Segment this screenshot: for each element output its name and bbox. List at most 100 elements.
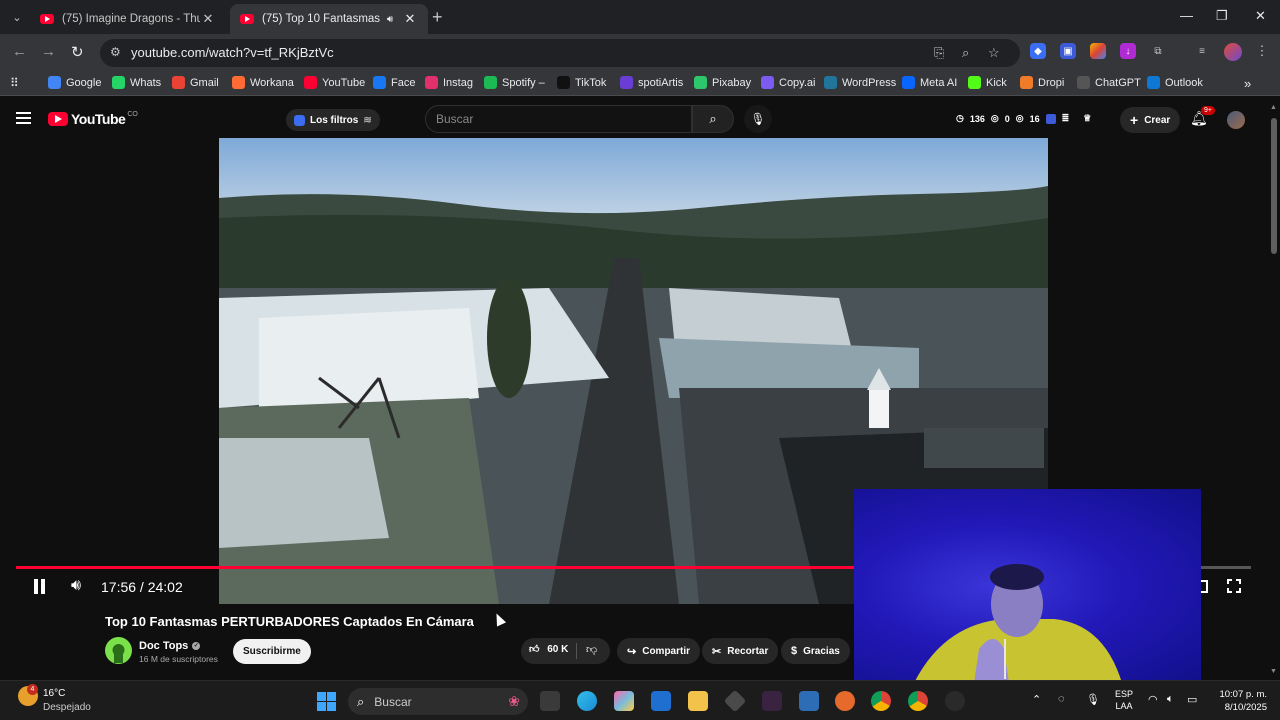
speaker-icon[interactable]: 🔈︎ [1167, 693, 1174, 706]
zoom-icon[interactable]: ⌕ [962, 45, 969, 61]
back-arrow-icon[interactable]: ← [12, 43, 27, 60]
youtube-logo[interactable]: YouTube CO [48, 111, 138, 127]
close-window-button[interactable]: ✕ [1255, 8, 1266, 24]
bookmark-spotify-artists[interactable]: spotiArtis [620, 76, 683, 89]
apps-grid-icon[interactable]: ⠿ [10, 76, 19, 90]
page-scrollbar[interactable] [1271, 118, 1277, 254]
install-app-icon[interactable]: ⎘ [934, 45, 944, 61]
chrome-icon[interactable] [871, 691, 891, 711]
bookmark-gmail[interactable]: Gmail [172, 76, 219, 89]
store-icon[interactable] [651, 691, 671, 711]
more-bookmarks-icon[interactable]: » [1244, 76, 1251, 91]
tab-search-chevron-icon[interactable]: ⌄ [6, 6, 28, 28]
bookmark-star-icon[interactable]: ☆ [988, 45, 1000, 61]
create-button[interactable]: + Crear [1120, 107, 1181, 133]
new-tab-button[interactable]: + [432, 7, 443, 28]
volume-icon[interactable]: 🔊︎ [71, 577, 81, 595]
media-control-icon[interactable]: ≡ [1194, 43, 1210, 59]
firefox-icon[interactable] [835, 691, 855, 711]
tab-imagine-dragons[interactable]: (75) Imagine Dragons - Thunder ✕ [30, 4, 226, 34]
windows-start-icon[interactable] [317, 692, 336, 711]
wifi-icon[interactable]: ◠ [1148, 693, 1158, 706]
maximize-button[interactable]: ❐ [1216, 8, 1228, 24]
bookmark-whatsapp[interactable]: Whats [112, 76, 161, 89]
share-button[interactable]: ↪ Compartir [617, 638, 701, 664]
tab-close-icon[interactable]: ✕ [402, 11, 418, 27]
scroll-down-arrow-icon[interactable]: ▼ [1270, 668, 1277, 675]
tray-app-icon[interactable]: ◌ [1058, 693, 1065, 705]
like-button[interactable]: 👍︎ 60 K [529, 643, 568, 655]
extension-stats[interactable]: ◷ 136 ◎ 0 ◎ 16 ≣ ♕ [956, 113, 1097, 124]
channel-name-row[interactable]: Doc Tops ✓ [139, 640, 201, 652]
filters-ext-icon[interactable] [1045, 113, 1056, 124]
forward-arrow-icon[interactable]: → [41, 43, 56, 60]
tray-chevron-icon[interactable]: ⌃ [1032, 693, 1041, 706]
bookmark-copyai[interactable]: Copy.ai [761, 76, 815, 89]
bookmark-google[interactable]: Google [48, 76, 101, 89]
edge-icon[interactable] [577, 691, 597, 711]
extension-color-icon[interactable] [1090, 43, 1106, 59]
minimize-button[interactable]: — [1180, 8, 1193, 23]
language-indicator[interactable]: ESP LAA [1115, 688, 1133, 712]
chrome-profile-icon[interactable] [945, 691, 965, 711]
list-icon[interactable]: ≣ [1062, 113, 1070, 124]
dislike-button[interactable]: 👎︎ [586, 643, 597, 656]
bookmark-tiktok[interactable]: TikTok [557, 76, 606, 89]
extension-filters-icon[interactable]: ▣ [1060, 43, 1076, 59]
channel-avatar[interactable] [105, 637, 132, 664]
language-line2: LAA [1115, 701, 1133, 711]
weather-temperature[interactable]: 16°C [43, 688, 65, 699]
channel-name[interactable]: Doc Tops [139, 640, 188, 652]
scroll-up-arrow-icon[interactable]: ▲ [1270, 104, 1277, 111]
reload-icon[interactable]: ↻ [71, 43, 84, 61]
chrome-menu-icon[interactable]: ⋮ [1254, 43, 1270, 59]
weather-condition[interactable]: Despejado [43, 702, 91, 713]
voice-search-button[interactable]: 🎙︎ [744, 105, 772, 133]
bookmark-pixabay[interactable]: Pixabay [694, 76, 751, 89]
site-info-icon[interactable]: ⚙︎ [110, 45, 121, 59]
address-bar[interactable]: ⚙︎ youtube.com/watch?v=tf_RKjBztVc ⎘ ⌕ ☆ [100, 39, 1020, 67]
bookmark-chatgpt[interactable]: ChatGPT [1077, 76, 1141, 89]
fullscreen-icon[interactable] [1226, 578, 1242, 594]
bookmark-youtube[interactable]: YouTube [304, 76, 365, 89]
tab-audio-icon[interactable]: 🔊︎ [382, 14, 398, 25]
system-clock[interactable]: 10:07 p. m. 8/10/2025 [1212, 688, 1267, 714]
profile-avatar[interactable] [1224, 43, 1242, 61]
trophy-icon[interactable]: ♕ [1083, 113, 1091, 124]
hamburger-menu-icon[interactable] [16, 112, 31, 124]
search-button[interactable]: ⌕ [692, 105, 734, 133]
bookmark-spotify[interactable]: Spotify – [484, 76, 545, 89]
bookmark-dropi[interactable]: Dropi [1020, 76, 1064, 89]
task-view-icon[interactable] [540, 691, 560, 711]
snipping-tool-icon[interactable] [799, 691, 819, 711]
bookmark-outlook[interactable]: Outlook [1147, 76, 1203, 89]
bookmark-instagram[interactable]: Instag [425, 76, 473, 89]
tab-top-10-fantasmas[interactable]: (75) Top 10 Fantasmas PERTURBADORES 🔊︎ ✕ [230, 4, 428, 34]
tab-close-icon[interactable]: ✕ [200, 11, 216, 27]
bookmark-kick[interactable]: Kick [968, 76, 1007, 89]
extensions-puzzle-icon[interactable]: ⧉ [1150, 43, 1166, 59]
file-explorer-icon[interactable] [688, 691, 708, 711]
chrome-active-icon[interactable] [908, 691, 928, 711]
search-input[interactable] [426, 106, 691, 132]
battery-icon[interactable]: ▭ [1187, 693, 1197, 706]
taskbar-search[interactable]: ⌕ Buscar ❀ [348, 688, 528, 715]
bookmark-facebook[interactable]: Face [373, 76, 415, 89]
extension-tag-icon[interactable]: ◆ [1030, 43, 1046, 59]
url-text[interactable]: youtube.com/watch?v=tf_RKjBztVc [131, 45, 334, 60]
bookmark-meta[interactable]: Meta AI [902, 76, 957, 89]
user-avatar[interactable] [1227, 111, 1245, 129]
search-box[interactable] [425, 105, 692, 133]
filters-button[interactable]: Los filtros ≋ [286, 109, 380, 131]
clip-button[interactable]: ✂ Recortar [702, 638, 779, 664]
app-pen-icon[interactable] [762, 691, 782, 711]
bookmark-wordpress[interactable]: WordPress [824, 76, 896, 89]
copilot-icon[interactable] [614, 691, 634, 711]
extension-download-icon[interactable]: ↓ [1120, 43, 1136, 59]
bookmark-workana[interactable]: Workana [232, 76, 294, 89]
tray-mic-icon[interactable]: 🎙︎ [1086, 693, 1100, 706]
thanks-button[interactable]: $ Gracias [781, 638, 850, 664]
subscribe-button[interactable]: Suscribirme [233, 639, 311, 664]
app-cube-icon[interactable] [723, 689, 747, 713]
pause-icon[interactable] [33, 579, 47, 594]
